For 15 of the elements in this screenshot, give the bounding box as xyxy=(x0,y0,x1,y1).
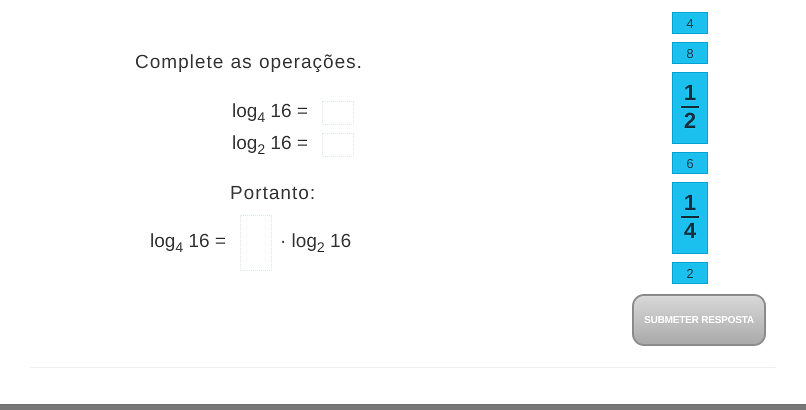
math-expression: log$_{4}$ 16 = xyxy=(232,101,308,125)
answer-box[interactable] xyxy=(322,101,354,125)
answer-tile[interactable]: 6 xyxy=(672,152,708,174)
math-expression: log$_{4}$ 16 = xyxy=(150,231,226,255)
answer-tile[interactable]: 8 xyxy=(672,42,708,64)
math-expression: log$_{2}$ 16 = xyxy=(232,133,308,157)
fraction-tile[interactable]: 1 4 xyxy=(672,182,708,254)
answer-tile[interactable]: 2 xyxy=(672,262,708,284)
instruction-text: Complete as operações. xyxy=(135,52,364,74)
answer-box[interactable] xyxy=(240,215,272,271)
answer-box[interactable] xyxy=(322,133,354,157)
fraction-tile[interactable]: 1 2 xyxy=(672,72,708,144)
math-expression: · log$_{2}$ 16 xyxy=(280,231,352,255)
equation-label: Portanto: xyxy=(230,183,318,205)
answer-tile[interactable]: 4 xyxy=(672,12,708,34)
